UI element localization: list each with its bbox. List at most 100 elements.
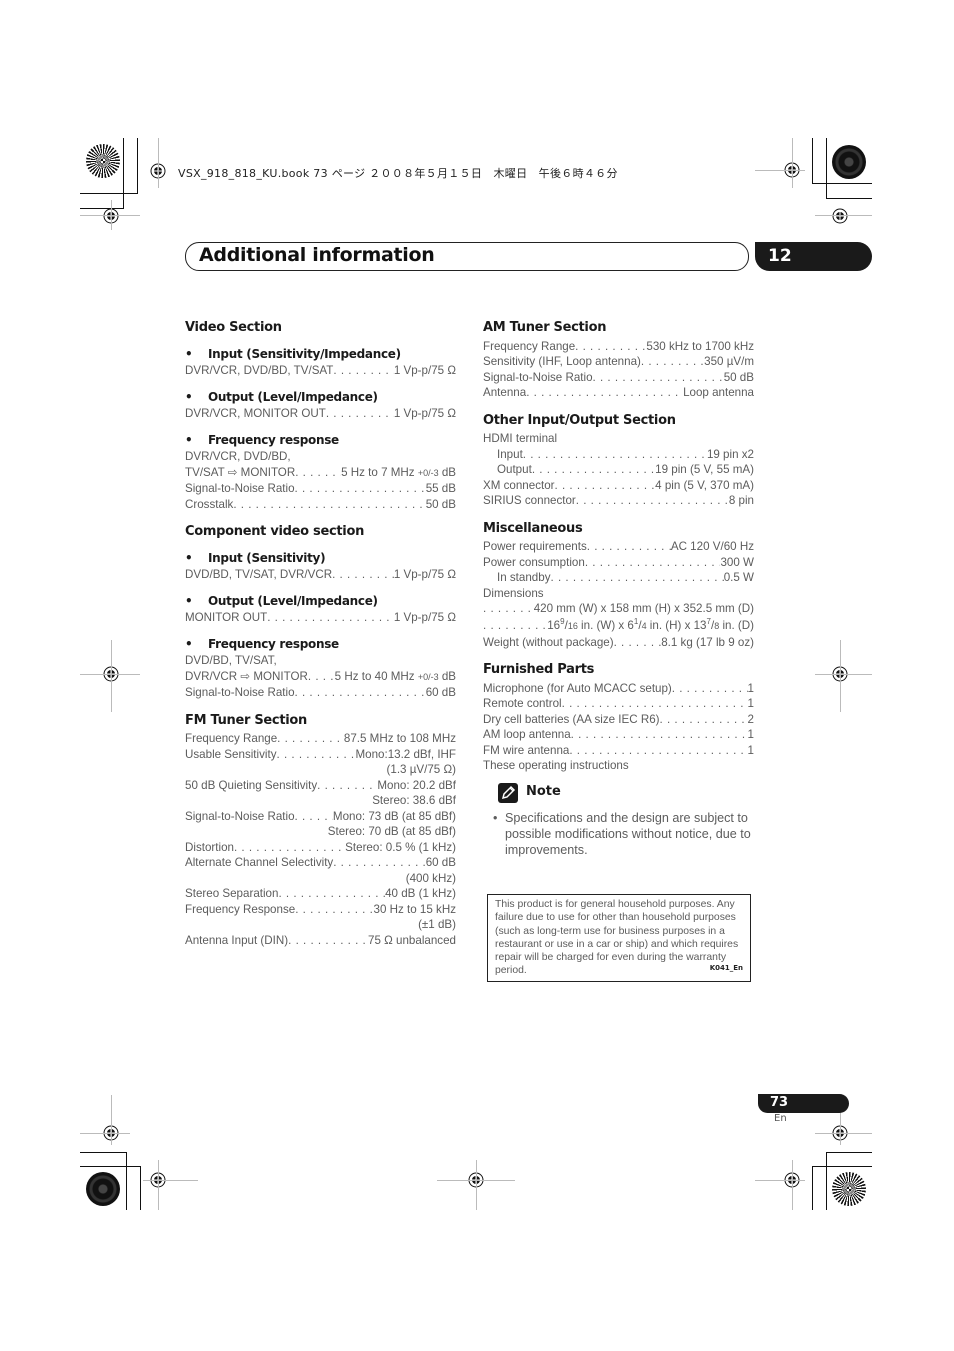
chapter-number-tab: 12 <box>755 242 872 271</box>
spec-value: 1 <box>747 743 754 757</box>
fm-tuner-section: FM Tuner Section Frequency Range 87.5 MHz… <box>185 713 456 949</box>
leader-dots <box>278 886 385 902</box>
spec-label: SIRIUS connector <box>483 494 576 507</box>
spec-label: AM loop antenna <box>483 728 571 741</box>
spec-row: Frequency Range 87.5 MHz to 108 MHz <box>185 731 456 747</box>
spec-label: 50 dB Quieting Sensitivity <box>185 778 318 792</box>
spec-continuation: (±1 dB) <box>418 918 456 931</box>
spec-row: Signal-to-Noise Ratio55 dB <box>185 481 456 497</box>
spec-label: Usable Sensitivity <box>185 747 277 761</box>
section-heading: AM Tuner Section <box>483 320 607 335</box>
registration-starburst-icon <box>86 1172 120 1206</box>
spec-row: Usable Sensitivity Mono:13.2 dBf, IHF <box>185 747 456 763</box>
spec-continuation: Stereo: 38.6 dBf <box>372 794 456 807</box>
spec-row: DVR/VCR, MONITOR OUT1 Vp-p/75 Ω <box>185 406 456 422</box>
page-number: 73 <box>770 1095 789 1110</box>
crop-mark <box>812 1166 813 1210</box>
spec-row: Signal-to-Noise Ratio Mono: 73 dB (at 85 … <box>185 809 456 825</box>
spec-row: AM loop antenna 1 <box>483 727 754 743</box>
leader-dots <box>593 370 724 386</box>
spec-value: 19 pin x2 <box>706 447 754 461</box>
spec-label: Signal-to-Noise Ratio <box>185 809 295 823</box>
subheading: • Frequency response <box>185 432 339 447</box>
crop-mark <box>123 138 124 209</box>
spec-label: Power consumption <box>483 555 585 569</box>
spec-row: Frequency Range 530 kHz to 1700 kHz <box>483 339 754 355</box>
spec-row: Alternate Channel Selectivity 60 dB <box>185 855 456 871</box>
hairline <box>792 138 793 188</box>
hairline <box>158 138 159 188</box>
crop-mark <box>80 1166 141 1167</box>
spec-row: SIRIUS connector 8 pin <box>483 493 754 509</box>
video-section: Video Section • Input (Sensitivity/Impeda… <box>185 320 456 512</box>
hairline <box>755 170 805 171</box>
spec-line: HDMI terminal <box>483 432 558 445</box>
spec-continuation: (400 kHz) <box>405 871 456 885</box>
crop-mark <box>826 1152 827 1210</box>
crop-mark <box>80 193 138 194</box>
spec-value: 60 dB <box>425 856 456 869</box>
spec-value: 30 Hz to 15 kHz <box>373 902 456 916</box>
registration-crosshair-icon <box>832 208 848 224</box>
hairline <box>158 1160 159 1210</box>
spec-label: Dry cell batteries (AA size IEC R6) <box>483 712 660 726</box>
subheading: • Output (Level/Impedance) <box>185 389 378 404</box>
section-heading: FM Tuner Section <box>185 712 307 728</box>
leader-dots <box>576 493 729 509</box>
spec-row: DVD/BD, TV/SAT, DVR/VCR1 Vp-p/75 Ω <box>185 567 456 583</box>
crop-mark <box>812 1166 872 1167</box>
spec-line: These operating instructions <box>483 759 629 772</box>
spec-value: 530 kHz to 1700 kHz <box>646 339 754 353</box>
spec-row: DVR/VCR, DVD/BD, TV/SAT1 Vp-p/75 Ω <box>185 363 456 379</box>
spec-label: Output <box>497 463 532 476</box>
section-heading: Furnished Parts <box>483 662 595 677</box>
am-spec-list: Frequency Range530 kHz to 1700 kHzSensit… <box>483 339 754 401</box>
crop-mark <box>137 138 138 194</box>
pencil-icon <box>498 783 518 803</box>
leader-dots <box>575 339 646 355</box>
spec-row: 169/16 in. (W) x 61/4 in. (H) x 137/8 in… <box>483 617 754 635</box>
spec-value: 50 dB <box>723 370 754 384</box>
spec-label: FM wire antenna <box>483 743 570 757</box>
registration-starburst-icon <box>832 145 866 179</box>
spec-value: 300 W <box>720 555 754 569</box>
registration-starburst-icon <box>832 1172 866 1206</box>
print-header: VSX_918_818_KU.book 73 ページ ２００８年５月１５日 木曜… <box>178 167 618 180</box>
spec-label: Antenna <box>483 386 527 399</box>
registration-starburst-icon <box>86 144 120 178</box>
spec-label: Alternate Channel Selectivity <box>185 856 334 869</box>
note-heading: Note <box>526 784 561 799</box>
spec-label: In standby <box>497 571 551 584</box>
spec-value: 1 <box>747 681 754 695</box>
spec-value: AC 120 V/60 Hz <box>670 540 754 553</box>
spec-value: 4 pin (5 V, 370 mA) <box>655 478 754 492</box>
leader-dots <box>234 840 345 856</box>
leader-dots <box>523 447 707 463</box>
crop-mark <box>126 1152 127 1210</box>
spec-value: 1 <box>747 697 754 710</box>
spec-value: Mono:13.2 dBf, IHF <box>355 747 456 761</box>
spec-value: 87.5 MHz to 108 MHz <box>343 732 456 745</box>
am-tuner-section: AM Tuner Section Frequency Range 530 kHz … <box>483 320 754 401</box>
chapter-number: 12 <box>768 246 792 266</box>
leader-dots <box>277 747 356 763</box>
subheading: • Input (Sensitivity/Impedance) <box>185 346 401 361</box>
subheading: • Output (Level/Impedance) <box>185 593 378 608</box>
spec-row: Microphone (for Auto MCACC setup) 1 <box>483 681 754 697</box>
crop-mark <box>812 138 813 184</box>
spec-row: Distortion Stereo: 0.5 % (1 kHz) <box>185 840 456 856</box>
spec-continuation: (1.3 µV/75 Ω) <box>386 763 456 776</box>
leader-dots <box>585 555 721 571</box>
spec-row: Output 19 pin (5 V, 55 mA) <box>483 462 754 478</box>
spec-value: 8 pin <box>728 494 754 507</box>
spec-row: Frequency Response 30 Hz to 15 kHz <box>185 902 456 918</box>
spec-value: Mono: 73 dB (at 85 dBf) <box>332 809 456 823</box>
spec-row: In standby 0.5 W <box>483 570 754 586</box>
spec-label: Microphone (for Auto MCACC setup) <box>483 681 672 695</box>
crop-mark <box>812 183 872 184</box>
misc-section: Miscellaneous Power requirements AC 120 V… <box>483 521 754 651</box>
spec-row: Signal-to-Noise Ratio60 dB <box>185 685 456 701</box>
hairline <box>111 1095 112 1145</box>
furnished-parts-section: Furnished Parts Microphone (for Auto MCA… <box>483 662 754 774</box>
spec-row: Power requirements AC 120 V/60 Hz <box>483 539 754 555</box>
